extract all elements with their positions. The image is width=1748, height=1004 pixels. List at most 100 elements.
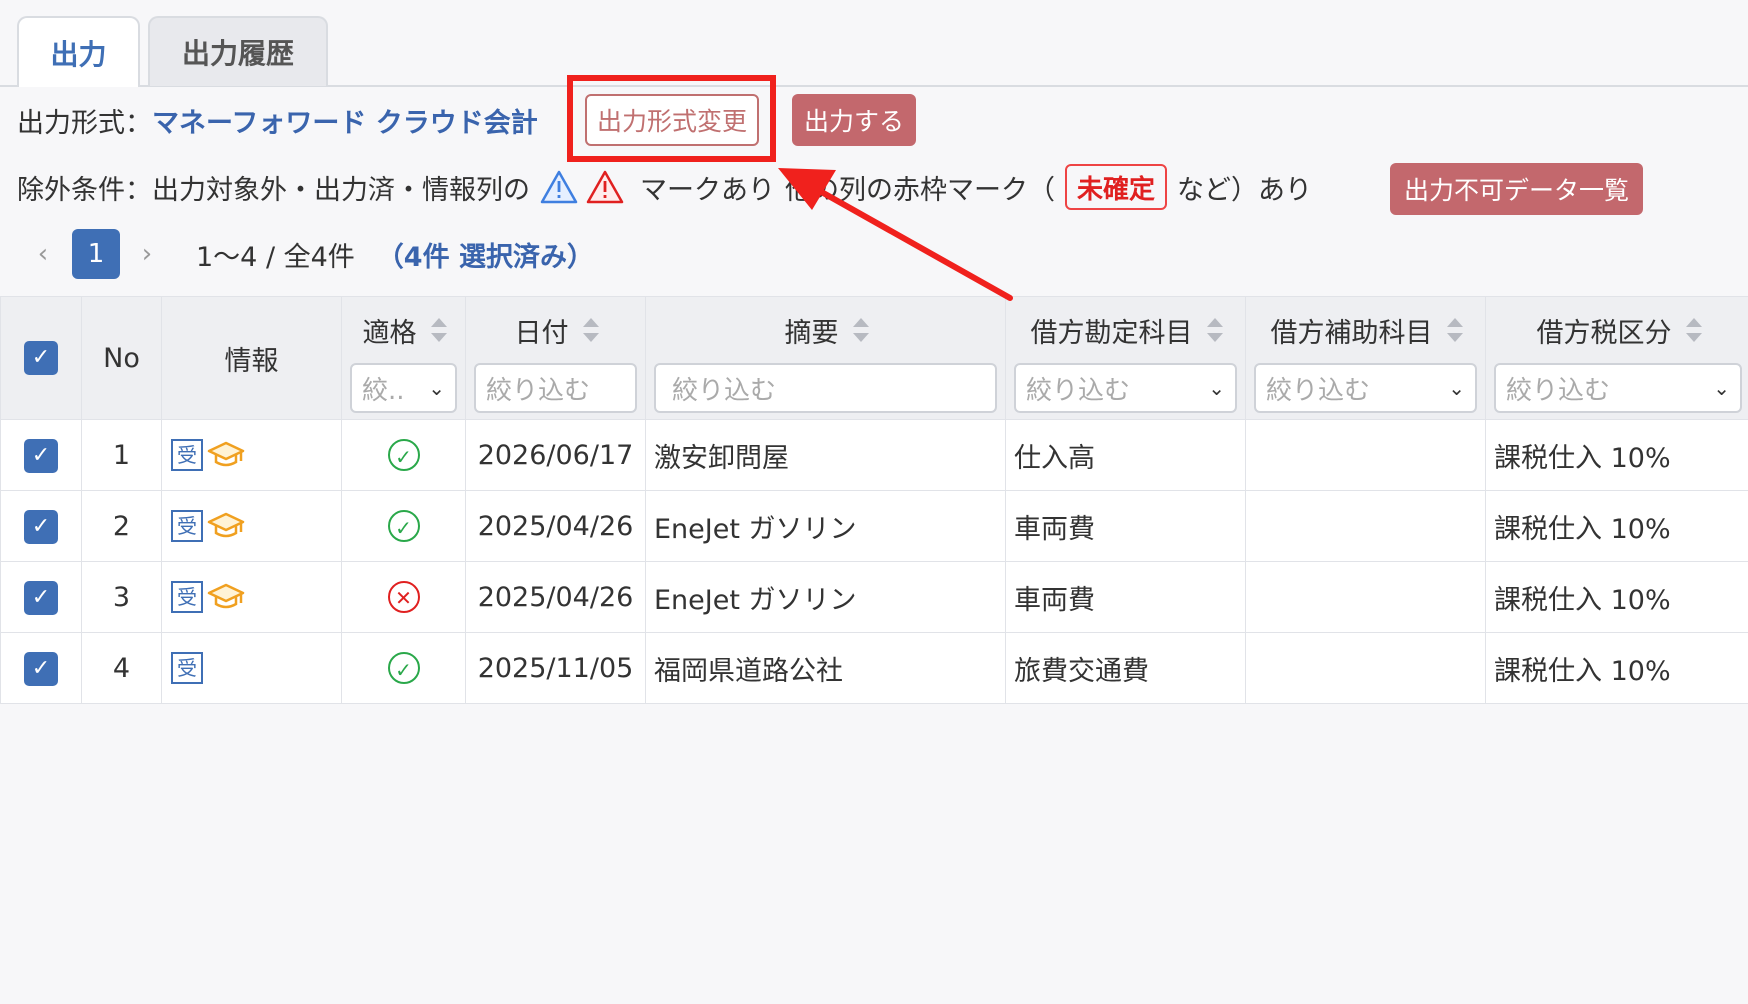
row-debit-tax: 課税仕入 10% [1485, 561, 1748, 633]
tab-output[interactable]: 出力 [17, 16, 140, 87]
red-warning-icon [586, 170, 624, 204]
row-debit-tax: 課税仕入 10% [1485, 419, 1748, 491]
row-select-cell[interactable]: ✓ [0, 419, 82, 491]
row-summary: EneJet ガソリン [645, 561, 1006, 633]
sort-icon[interactable] [1446, 318, 1463, 342]
sort-icon[interactable] [1206, 318, 1223, 342]
row-info: 受 [161, 490, 342, 562]
debit-account-filter-select[interactable]: 絞り込む ⌄ [1014, 363, 1237, 413]
row-checkbox[interactable]: ✓ [24, 651, 58, 686]
sort-icon[interactable] [582, 318, 599, 342]
valid-check-icon: ✓ [387, 439, 420, 471]
row-summary: EneJet ガソリン [645, 490, 1006, 562]
output-format-row: 出力形式： マネーフォワード クラウド会計 [17, 90, 538, 150]
unconfirmed-badge: 未確定 [1065, 164, 1168, 210]
header-select-all[interactable]: ✓ [0, 296, 82, 420]
unexportable-list-button[interactable]: 出力不可データ一覧 [1390, 163, 1643, 215]
exclusion-trailing-text: など）あり [1177, 174, 1313, 206]
row-date: 2025/11/05 [465, 632, 646, 704]
row-date: 2025/04/26 [465, 490, 646, 562]
receipt-icon: 受 [171, 510, 203, 543]
row-no: 1 [81, 419, 162, 491]
select-all-checkbox[interactable]: ✓ [24, 341, 58, 375]
prev-page-icon[interactable]: ‹ [28, 239, 58, 269]
row-valid: ✓ [341, 632, 466, 704]
pagination: ‹ 1 › 1〜4 / 全4件 （4件 選択済み） [28, 229, 594, 279]
row-checkbox[interactable]: ✓ [24, 509, 58, 544]
tab-output-history[interactable]: 出力履歴 [148, 16, 328, 86]
graduation-cap-icon [207, 442, 245, 467]
row-debit-sub [1245, 419, 1486, 491]
exclusion-label: 除外条件：出力対象外・出力済・情報列の [17, 174, 530, 206]
table-row[interactable]: ✓ 4 受 ✓ 2025/11/05 福岡県道路公社 旅費交通費 課税仕入 10% [0, 632, 1748, 704]
row-info: 受 [161, 632, 342, 704]
receipt-icon: 受 [171, 652, 203, 685]
table-row[interactable]: ✓ 3 受 ✕ 2025/04/26 EneJet ガソリン 車両費 課税仕入 10% [0, 561, 1748, 633]
row-summary: 激安卸問屋 [645, 419, 1006, 491]
row-info: 受 [161, 561, 342, 633]
page-range-text: 1〜4 / 全4件 [196, 241, 355, 273]
row-info: 受 [161, 419, 342, 491]
row-debit-tax: 課税仕入 10% [1485, 490, 1748, 562]
header-debit-account: 借方勘定科目 絞り込む ⌄ [1005, 296, 1246, 420]
row-debit-sub [1245, 561, 1486, 633]
table-row[interactable]: ✓ 1 受 ✓ 2026/06/17 激安卸問屋 仕入高 課税仕入 10% [0, 419, 1748, 491]
header-date: 日付 絞り込む [465, 296, 646, 420]
header-debit-sub: 借方補助科目 絞り込む ⌄ [1245, 296, 1486, 420]
table-row[interactable]: ✓ 2 受 ✓ 2025/04/26 EneJet ガソリン 車両費 課税仕入 10% [0, 490, 1748, 562]
graduation-cap-icon [207, 513, 245, 538]
row-debit-account: 車両費 [1005, 561, 1246, 633]
valid-filter-select[interactable]: 絞.. ⌄ [350, 363, 457, 413]
header-date-label: 日付 [514, 317, 569, 349]
header-valid-label: 適格 [362, 317, 417, 349]
row-debit-account: 旅費交通費 [1005, 632, 1246, 704]
row-no: 2 [81, 490, 162, 562]
receipt-icon: 受 [171, 581, 203, 614]
chevron-down-icon: ⌄ [1713, 376, 1730, 400]
row-no: 4 [81, 632, 162, 704]
row-date: 2026/06/17 [465, 419, 646, 491]
header-no: No [81, 296, 162, 420]
tab-bar: 出力 出力履歴 [0, 0, 1748, 87]
row-debit-tax: 課税仕入 10% [1485, 632, 1748, 704]
sort-icon[interactable] [852, 318, 869, 342]
row-checkbox[interactable]: ✓ [24, 438, 58, 473]
header-debit-tax: 借方税区分 絞り込む ⌄ [1485, 296, 1748, 420]
header-debit-tax-label: 借方税区分 [1536, 317, 1672, 349]
output-button[interactable]: 出力する [792, 94, 916, 146]
row-date: 2025/04/26 [465, 561, 646, 633]
header-no-label: No [103, 342, 140, 374]
next-page-icon[interactable]: › [132, 239, 162, 269]
chevron-down-icon: ⌄ [428, 376, 445, 400]
sort-icon[interactable] [430, 318, 447, 342]
debit-tax-filter-select[interactable]: 絞り込む ⌄ [1494, 363, 1742, 413]
row-select-cell[interactable]: ✓ [0, 561, 82, 633]
row-no: 3 [81, 561, 162, 633]
selected-count-text: （4件 選択済み） [376, 241, 594, 273]
row-checkbox[interactable]: ✓ [24, 580, 58, 615]
chevron-down-icon: ⌄ [1448, 376, 1465, 400]
row-debit-sub [1245, 490, 1486, 562]
graduation-cap-icon [207, 584, 245, 609]
invalid-cross-icon: ✕ [387, 581, 420, 613]
receipt-icon: 受 [171, 439, 203, 472]
page-number-button[interactable]: 1 [72, 229, 120, 279]
row-debit-account: 車両費 [1005, 490, 1246, 562]
header-info-label: 情報 [224, 345, 279, 377]
blue-warning-icon [540, 170, 578, 204]
output-format-name: マネーフォワード クラウド会計 [152, 107, 538, 139]
date-filter-input[interactable]: 絞り込む [474, 363, 637, 413]
valid-check-icon: ✓ [387, 652, 420, 684]
annotation-highlight-box [567, 75, 776, 162]
exclusion-other-columns-text: 他の列の赤枠マーク（ [785, 174, 1055, 206]
valid-check-icon: ✓ [387, 510, 420, 542]
row-valid: ✕ [341, 561, 466, 633]
row-select-cell[interactable]: ✓ [0, 632, 82, 704]
summary-filter-input[interactable]: 絞り込む [654, 363, 997, 413]
row-summary: 福岡県道路公社 [645, 632, 1006, 704]
debit-sub-filter-select[interactable]: 絞り込む ⌄ [1254, 363, 1477, 413]
header-summary-label: 摘要 [784, 317, 839, 349]
table-header-row: ✓ No 情報 適格 絞.. ⌄ 日付 絞り込む 摘要 絞り込む 借方勘定科目 … [0, 296, 1748, 420]
sort-icon[interactable] [1685, 318, 1702, 342]
row-select-cell[interactable]: ✓ [0, 490, 82, 562]
